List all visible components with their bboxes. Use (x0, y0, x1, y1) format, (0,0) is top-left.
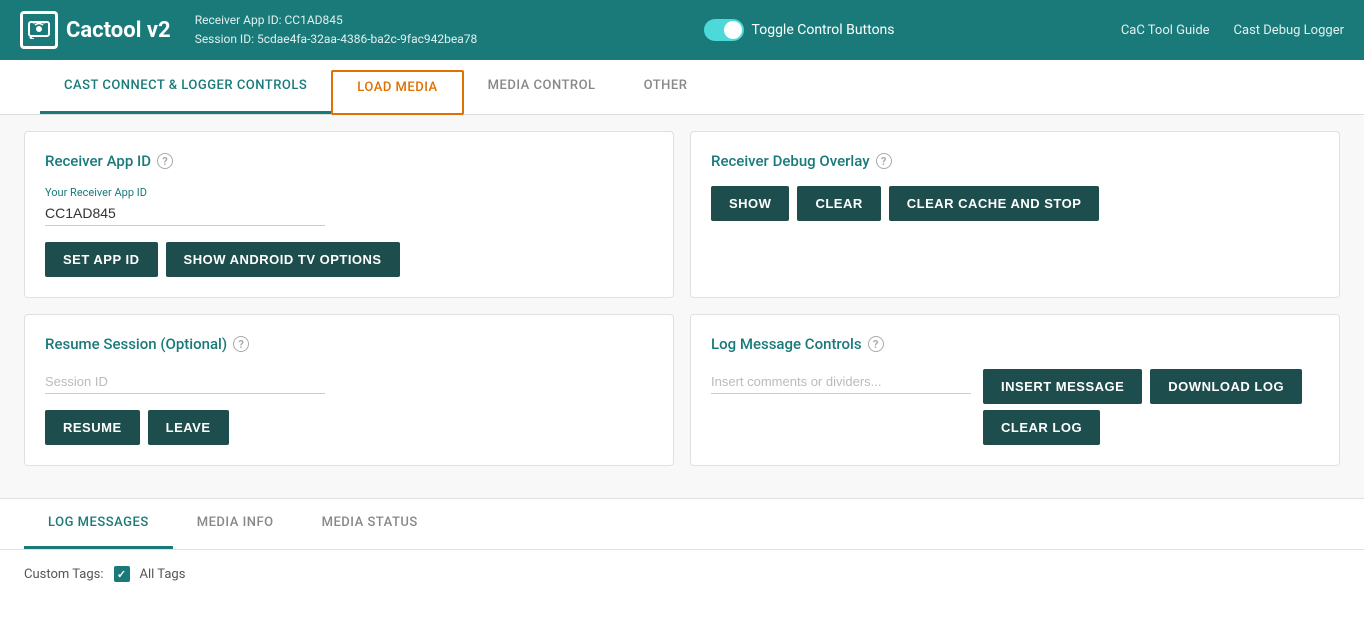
toggle-label: Toggle Control Buttons (752, 22, 895, 38)
logo-text: Cactool v2 (66, 18, 171, 43)
header-info: Receiver App ID: CC1AD845 Session ID: 5c… (195, 11, 478, 49)
insert-message-button[interactable]: INSERT MESSAGE (983, 369, 1142, 404)
custom-tags-row: Custom Tags: All Tags (24, 566, 1340, 582)
logo-group: Cactool v2 (20, 11, 171, 49)
receiver-debug-overlay-help-icon[interactable]: ? (876, 153, 892, 169)
resume-session-title: Resume Session (Optional) ? (45, 335, 653, 353)
receiver-app-id-panel: Receiver App ID ? Your Receiver App ID S… (24, 131, 674, 298)
toggle-group: Toggle Control Buttons (704, 19, 895, 41)
tab-log-messages[interactable]: LOG MESSAGES (24, 499, 173, 549)
receiver-debug-overlay-title: Receiver Debug Overlay ? (711, 152, 1319, 170)
clear-debug-button[interactable]: CLEAR (797, 186, 880, 221)
resume-session-help-icon[interactable]: ? (233, 336, 249, 352)
show-debug-button[interactable]: SHOW (711, 186, 789, 221)
set-app-id-button[interactable]: SET APP ID (45, 242, 158, 277)
tab-cast-connect[interactable]: CAST CONNECT & LOGGER CONTROLS (40, 60, 331, 114)
cast-debug-logger-link[interactable]: Cast Debug Logger (1234, 23, 1344, 38)
receiver-app-id-info: Receiver App ID: CC1AD845 (195, 11, 478, 30)
receiver-app-id-input[interactable] (45, 201, 325, 226)
log-comment-input[interactable] (711, 369, 971, 394)
resume-session-btn-row: RESUME LEAVE (45, 410, 653, 445)
leave-button[interactable]: LEAVE (148, 410, 229, 445)
download-log-button[interactable]: DOWNLOAD LOG (1150, 369, 1302, 404)
main-tabs: CAST CONNECT & LOGGER CONTROLS LOAD MEDI… (0, 60, 1364, 115)
session-id-input[interactable] (45, 369, 325, 394)
all-tags-checkbox[interactable] (114, 566, 130, 582)
bottom-content: Custom Tags: All Tags (0, 550, 1364, 598)
resume-button[interactable]: RESUME (45, 410, 140, 445)
tab-media-control[interactable]: MEDIA CONTROL (464, 60, 620, 114)
log-message-controls-panel: Log Message Controls ? INSERT MESSAGE DO… (690, 314, 1340, 466)
log-message-controls-title: Log Message Controls ? (711, 335, 1319, 353)
clear-cache-and-stop-button[interactable]: CLEAR CACHE AND STOP (889, 186, 1100, 221)
bottom-panels-row: Resume Session (Optional) ? RESUME LEAVE… (24, 314, 1340, 466)
main-content: Receiver App ID ? Your Receiver App ID S… (0, 115, 1364, 498)
custom-tags-label: Custom Tags: (24, 567, 104, 582)
log-message-controls-help-icon[interactable]: ? (868, 336, 884, 352)
toggle-control-buttons[interactable] (704, 19, 744, 41)
resume-session-panel: Resume Session (Optional) ? RESUME LEAVE (24, 314, 674, 466)
header-links: CaC Tool Guide Cast Debug Logger (1121, 23, 1344, 38)
tab-other[interactable]: OTHER (620, 60, 712, 114)
clear-log-button[interactable]: CLEAR LOG (983, 410, 1100, 445)
all-tags-label: All Tags (140, 567, 186, 582)
cac-tool-guide-link[interactable]: CaC Tool Guide (1121, 23, 1210, 38)
logo-icon (20, 11, 58, 49)
app-header: Cactool v2 Receiver App ID: CC1AD845 Ses… (0, 0, 1364, 60)
tab-load-media[interactable]: LOAD MEDIA (331, 70, 463, 115)
receiver-app-id-title: Receiver App ID ? (45, 152, 653, 170)
tab-media-status[interactable]: MEDIA STATUS (298, 499, 442, 549)
show-android-tv-options-button[interactable]: SHOW ANDROID TV OPTIONS (166, 242, 400, 277)
session-id-info: Session ID: 5cdae4fa-32aa-4386-ba2c-9fac… (195, 30, 478, 49)
bottom-section: LOG MESSAGES MEDIA INFO MEDIA STATUS Cus… (0, 498, 1364, 598)
tab-media-info[interactable]: MEDIA INFO (173, 499, 298, 549)
receiver-debug-overlay-panel: Receiver Debug Overlay ? SHOW CLEAR CLEA… (690, 131, 1340, 298)
receiver-app-id-btn-row: SET APP ID SHOW ANDROID TV OPTIONS (45, 242, 653, 277)
receiver-debug-overlay-btn-row: SHOW CLEAR CLEAR CACHE AND STOP (711, 186, 1319, 221)
bottom-tabs: LOG MESSAGES MEDIA INFO MEDIA STATUS (0, 499, 1364, 550)
receiver-app-id-input-label: Your Receiver App ID (45, 186, 653, 199)
receiver-app-id-help-icon[interactable]: ? (157, 153, 173, 169)
top-panels-row: Receiver App ID ? Your Receiver App ID S… (24, 131, 1340, 298)
